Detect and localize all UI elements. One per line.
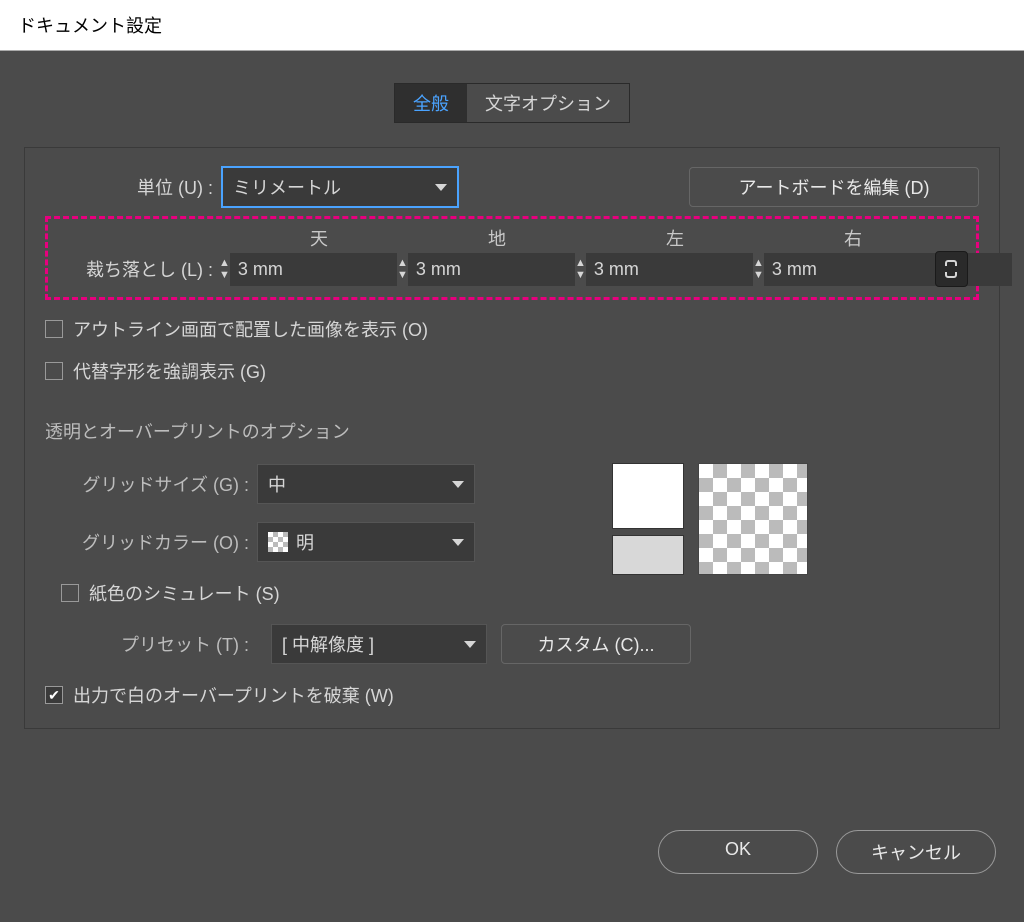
bleed-header-right: 右 [768, 225, 938, 251]
outline-images-label: アウトライン画面で配置した画像を表示 (O) [73, 316, 428, 342]
up-icon[interactable]: ▲ [575, 257, 586, 269]
custom-button[interactable]: カスタム (C)... [501, 624, 691, 664]
alt-glyphs-checkbox[interactable] [45, 362, 63, 380]
cancel-button[interactable]: キャンセル [836, 830, 996, 874]
down-icon[interactable]: ▼ [397, 269, 408, 281]
simulate-paper-label: 紙色のシミュレート (S) [89, 580, 280, 606]
bleed-left-spinner[interactable]: ▲▼ [575, 253, 745, 286]
dialog-footer: OK キャンセル [658, 830, 996, 874]
dialog-title: ドキュメント設定 [18, 16, 162, 36]
chevron-down-icon [452, 539, 464, 546]
bleed-right-input[interactable] [764, 253, 1012, 286]
simulate-paper-checkbox[interactable] [61, 584, 79, 602]
edit-artboard-button[interactable]: アートボードを編集 (D) [689, 167, 979, 207]
preview-white-swatch [612, 463, 684, 529]
chevron-down-icon [464, 641, 476, 648]
ok-button[interactable]: OK [658, 830, 818, 874]
preset-value: [ 中解像度 ] [282, 631, 374, 657]
dialog-body: 全般 文字オプション 単位 (U) : ミリメートル アートボードを編集 (D) [0, 51, 1024, 922]
bleed-bottom-spinner[interactable]: ▲▼ [397, 253, 567, 286]
titlebar: ドキュメント設定 [0, 0, 1024, 51]
preset-select[interactable]: [ 中解像度 ] [271, 624, 487, 664]
bleed-header-bottom: 地 [412, 225, 582, 251]
down-icon[interactable]: ▼ [753, 269, 764, 281]
bleed-label: 裁ち落とし (L) : [56, 256, 219, 282]
bleed-header-left: 左 [590, 225, 760, 251]
bleed-right-spinner[interactable]: ▲▼ [753, 253, 923, 286]
discard-white-op-label: 出力で白のオーバープリントを破棄 (W) [73, 682, 394, 708]
general-panel: 単位 (U) : ミリメートル アートボードを編集 (D) 天 地 左 右 [24, 147, 1000, 729]
units-select[interactable]: ミリメートル [221, 166, 459, 208]
preview-checker-swatch [698, 463, 808, 575]
units-value: ミリメートル [233, 174, 341, 200]
discard-white-op-checkbox[interactable]: ✔ [45, 686, 63, 704]
outline-images-checkbox[interactable] [45, 320, 63, 338]
grid-color-label: グリッドカラー (O) : [45, 529, 257, 555]
grid-size-value: 中 [268, 471, 286, 497]
bleed-top-spinner[interactable]: ▲▼ [219, 253, 389, 286]
chevron-down-icon [435, 184, 447, 191]
preview-gray-swatch [612, 535, 684, 575]
bleed-header-top: 天 [234, 225, 404, 251]
bleed-section: 天 地 左 右 裁ち落とし (L) : ▲▼ ▲▼ [45, 216, 979, 300]
up-icon[interactable]: ▲ [219, 257, 230, 269]
grid-size-label: グリッドサイズ (G) : [45, 471, 257, 497]
grid-color-select[interactable]: 明 [257, 522, 475, 562]
preset-label: プリセット (T) : [45, 631, 257, 657]
units-label: 単位 (U) : [45, 174, 213, 200]
document-setup-dialog: ドキュメント設定 全般 文字オプション 単位 (U) : ミリメートル アートボ… [0, 0, 1024, 922]
transparency-section-title: 透明とオーバープリントのオプション [45, 418, 979, 444]
up-icon[interactable]: ▲ [397, 257, 408, 269]
grid-color-value: 明 [296, 529, 452, 555]
tab-bar: 全般 文字オプション [24, 83, 1000, 123]
up-icon[interactable]: ▲ [753, 257, 764, 269]
down-icon[interactable]: ▼ [575, 269, 586, 281]
down-icon[interactable]: ▼ [219, 269, 230, 281]
chevron-down-icon [452, 481, 464, 488]
grid-size-select[interactable]: 中 [257, 464, 475, 504]
alt-glyphs-label: 代替字形を強調表示 (G) [73, 358, 266, 384]
tab-type-options[interactable]: 文字オプション [467, 84, 629, 122]
checker-swatch-icon [268, 532, 288, 552]
link-bleed-icon[interactable] [935, 251, 968, 287]
tab-general[interactable]: 全般 [395, 84, 467, 122]
transparency-preview [612, 463, 808, 575]
